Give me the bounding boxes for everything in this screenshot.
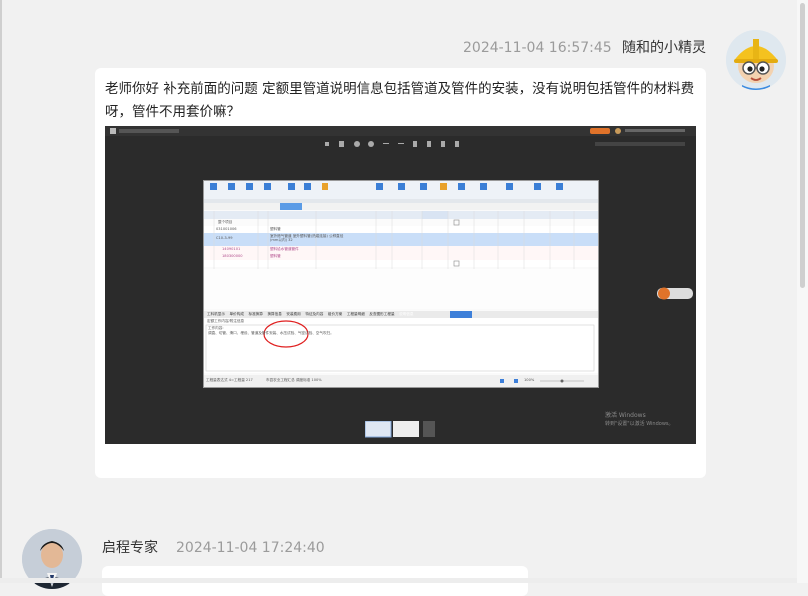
tab-label: 换算信息 [267, 312, 282, 316]
tab-label: 单价构成 [229, 312, 244, 316]
tab-label: 标准换算 [248, 312, 263, 316]
tab-label: 特征及内容 [305, 312, 324, 316]
message-header: 2024-11-04 16:57:45 随和的小精灵 [463, 37, 706, 57]
watermark-line: 激活 Windows [605, 412, 646, 419]
message-bubble: 老师你好 补充前面的问题 定额里管道说明信息包括管道及管件的安装，没有说明包括管… [95, 68, 706, 478]
floating-widget-icon [657, 287, 693, 300]
row-code: 14090101 [222, 247, 241, 251]
row-code: 180300000 [222, 254, 243, 258]
status-mid: 市县农业工程汇总 调度标准 100% [266, 378, 322, 382]
message-timestamp: 2024-11-04 16:57:45 [463, 40, 612, 56]
windows-activation-watermark: 激活 Windows 转到"设置"以激活 Windows。 [605, 412, 674, 428]
tab-labels: 工料机显示 单价构成 标准换算 换算信息 安装费用 特征及内容 组价方案 工程量… [207, 312, 414, 317]
user-avatar[interactable] [726, 30, 786, 90]
message-timestamp: 2024-11-04 17:24:40 [176, 540, 325, 556]
tab-label: 工程量明细 [346, 312, 365, 316]
message-text: 老师你好 补充前面的问题 定额里管道说明信息包括管道及管件的安装，没有说明包括管… [105, 81, 695, 120]
tab-label: 安装费用 [286, 312, 301, 316]
row-code: 整个项目 [218, 220, 233, 224]
software-dialog-window: 整个项目 031001006 塑料管 C10-3-99 室外燃气管道 室外塑料管… [203, 180, 599, 388]
software-window-graphic [204, 181, 598, 387]
bottom-divider [0, 578, 797, 583]
row-name: 塑料管 [270, 254, 281, 258]
sender-name[interactable]: 随和的小精灵 [622, 40, 706, 56]
software-menu-bar [595, 142, 685, 146]
sender-name[interactable]: 启程专家 [102, 540, 158, 556]
scrollbar-thumb[interactable] [800, 3, 805, 288]
row-code: 031001006 [216, 227, 237, 231]
tab-label: 反查图形工程量 [369, 312, 395, 316]
thumbnail-strip [364, 420, 435, 444]
attached-screenshot[interactable]: 整个项目 031001006 塑料管 C10-3-99 室外燃气管道 室外塑料管… [105, 126, 696, 444]
tab-label: 工料机显示 [207, 312, 225, 316]
window-left-edge [0, 0, 2, 583]
row-name: 塑料给水管道管件 [270, 247, 299, 251]
row-code: C10-3-99 [216, 236, 233, 240]
content-heading: 定额工作内容/附注信息 [207, 319, 245, 323]
tab-label: 说明信息 [399, 312, 414, 316]
avatar-cartoon-icon [726, 30, 786, 90]
row-name: 室外燃气管道 室外塑料管(热熔连接) 公称直径(mm以内) 32 [270, 234, 344, 242]
software-title-bar [105, 126, 696, 136]
row-name: 塑料管 [270, 227, 281, 231]
status-left: 工程量表达式 4=工程量 217 [206, 378, 253, 382]
watermark-line: 转到"设置"以激活 Windows。 [605, 421, 674, 427]
tab-label: 组价方案 [327, 312, 343, 316]
content-text: 调直、切管、滑口、埋设、管道及管件安装、水压试验、气密试验、空气吹扫。 [208, 331, 334, 335]
status-right: 100% [524, 378, 535, 382]
message-header: 启程专家 2024-11-04 17:24:40 [102, 537, 325, 557]
